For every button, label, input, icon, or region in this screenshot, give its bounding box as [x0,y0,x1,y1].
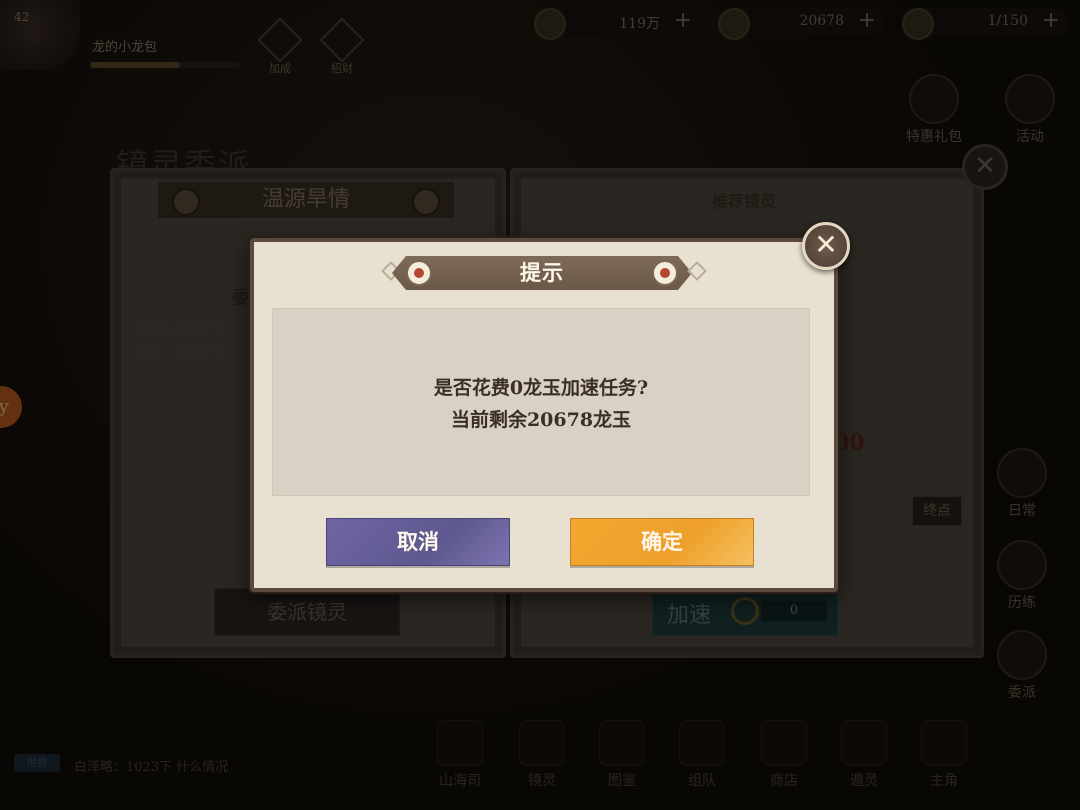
dialog-title: 提示 [520,260,564,285]
confirm-button[interactable]: 确定 [570,518,754,566]
cancel-button[interactable]: 取消 [326,518,510,566]
dialog-message-line2: 当前剩余20678龙玉 [450,409,632,431]
confirm-dialog: 提示 是否花费0龙玉加速任务? 当前剩余20678龙玉 取消 确定 [250,238,838,592]
dialog-message-box: 是否花费0龙玉加速任务? 当前剩余20678龙玉 [272,308,810,496]
dialog-close-button[interactable]: ✕ [802,222,850,270]
ornament-icon [652,260,678,286]
dialog-message-line1: 是否花费0龙玉加速任务? [433,377,649,399]
